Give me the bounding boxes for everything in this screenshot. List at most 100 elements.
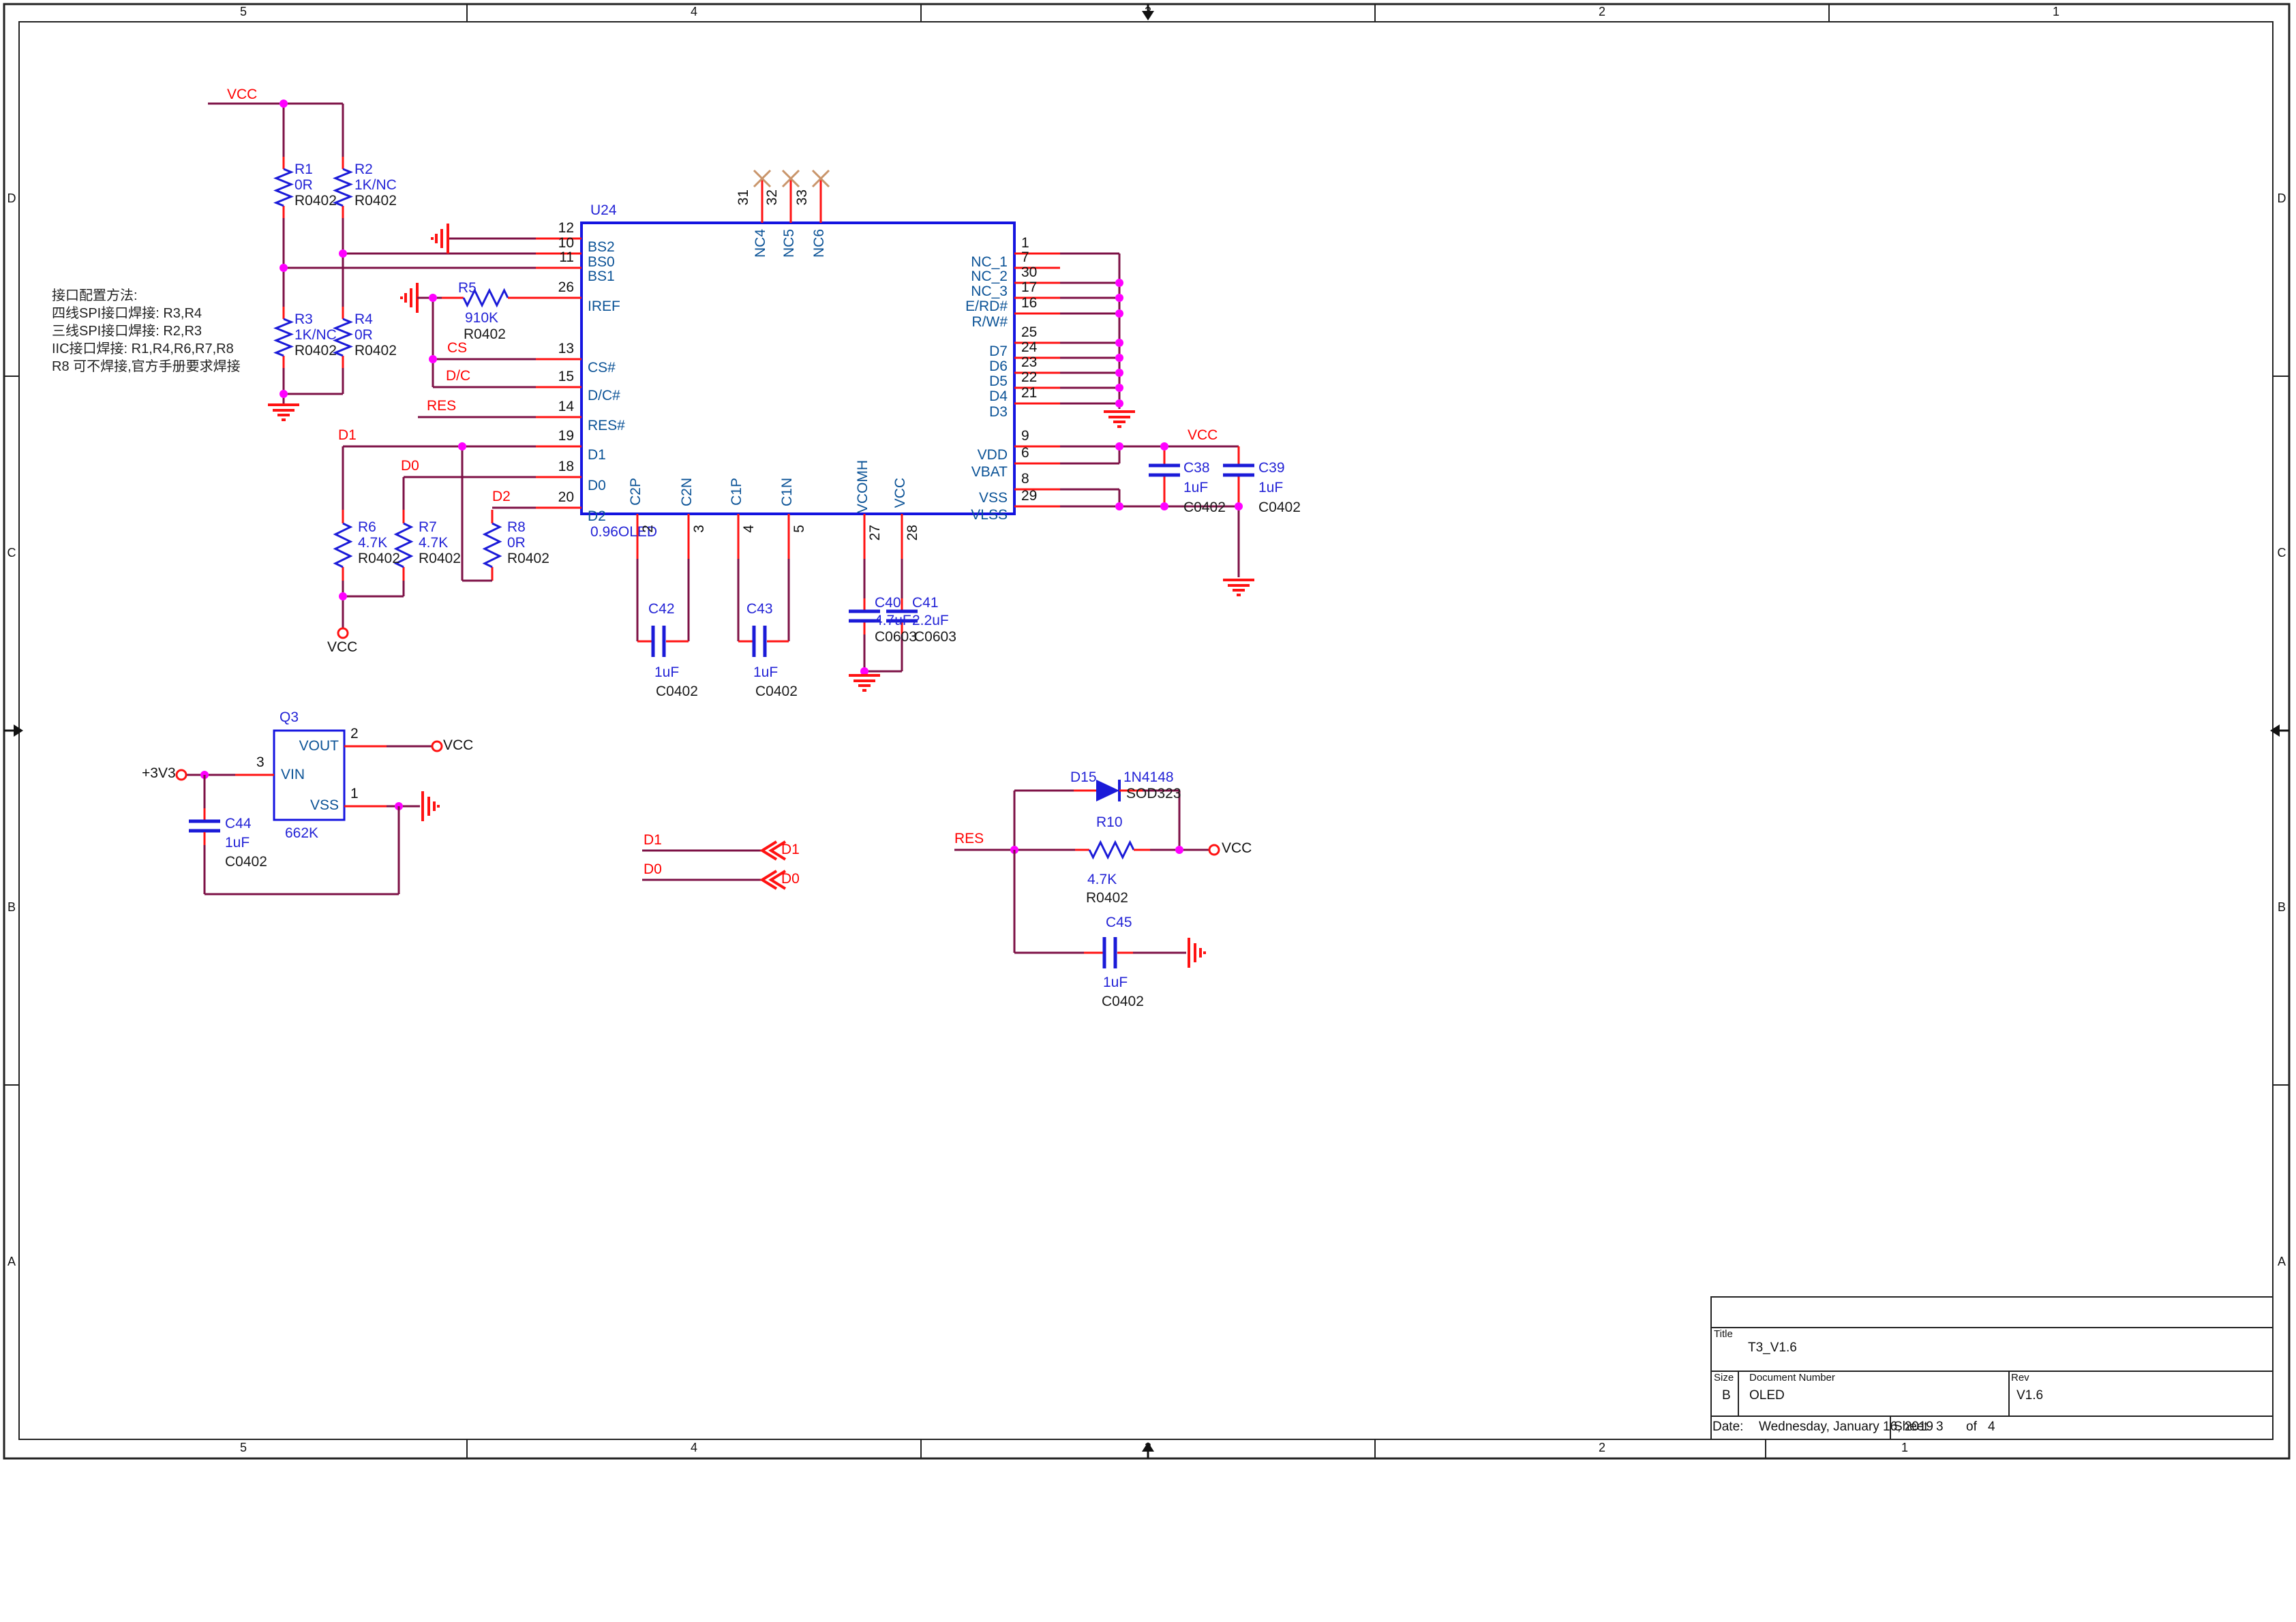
ic-pin-name: D6 <box>907 359 1008 374</box>
ic-pin-name: E/RD# <box>907 299 1008 314</box>
ic-pin-name: D/C# <box>588 388 620 403</box>
q3-pin-vin: VIN <box>281 767 305 782</box>
titleblock-sheet-label: Sheet <box>1894 1420 1928 1434</box>
offpage-label-d0: D0 <box>781 872 800 887</box>
ic-pin-number: 1 <box>1021 236 1029 251</box>
ic-pin-name: D5 <box>907 374 1008 389</box>
comp-value-C40: 4.7uF <box>875 613 911 628</box>
comp-ref-R7: R7 <box>419 520 437 535</box>
ic-pin-name: D1 <box>588 448 606 463</box>
ic-pin-number: 13 <box>539 341 574 356</box>
ic-pin-number: 2 <box>641 525 656 533</box>
ic-pin-name: VCOMH <box>856 460 871 513</box>
ic-pin-number: 18 <box>539 459 574 474</box>
terminal-label-vcc-r6: VCC <box>327 640 357 655</box>
net-label-res2: RES <box>954 831 984 846</box>
comp-value-R3: 1K/NC <box>294 328 337 343</box>
titleblock-title-label: Title <box>1714 1329 1733 1340</box>
ic-pin-name: NC5 <box>782 229 797 258</box>
note-line: 接口配置方法: <box>52 289 138 303</box>
ic-pin-number: 27 <box>868 525 883 540</box>
grid-row-right: A <box>2276 1255 2288 1268</box>
q3-pin-vss: VSS <box>273 798 339 813</box>
ic-pin-number: 3 <box>692 525 707 533</box>
net-label-d1-wire: D1 <box>644 833 662 848</box>
grid-row-right: C <box>2276 547 2288 560</box>
comp-footprint-C40: C0603 <box>875 630 917 645</box>
comp-value-R2: 1K/NC <box>354 178 397 193</box>
comp-value-C43: 1uF <box>753 665 778 680</box>
ic-pin-number: 14 <box>539 399 574 414</box>
comp-ref-C45: C45 <box>1106 915 1132 930</box>
grid-row-right: D <box>2276 192 2288 205</box>
ic-pin-name: VCC <box>893 478 908 508</box>
q3-pin-number-vin: 3 <box>256 755 265 770</box>
terminal-label-vcc-q3: VCC <box>443 738 473 753</box>
ic-pin-name: C2N <box>680 478 695 506</box>
ic-pin-name: D0 <box>588 478 606 493</box>
ic-pin-number: 17 <box>1021 280 1037 295</box>
titleblock-rev: V1.6 <box>2016 1389 2043 1403</box>
comp-value-C45: 1uF <box>1103 975 1128 990</box>
ic-pin-name: NC6 <box>812 229 827 258</box>
schematic-graphics <box>0 0 2296 1622</box>
ic-pin-number: 5 <box>792 525 807 533</box>
ic-pin-name: BS2 <box>588 240 615 255</box>
ic-pin-name: NC_1 <box>907 255 1008 270</box>
comp-ref-Q3: Q3 <box>280 710 299 725</box>
comp-footprint-C43: C0402 <box>755 684 798 699</box>
titleblock-sheet-num: 3 <box>1936 1420 1944 1434</box>
ic-pin-number: 20 <box>539 490 574 505</box>
grid-col-top: 2 <box>1595 5 1609 18</box>
ic-pin-name: C1P <box>729 478 744 506</box>
ic-pin-name: R/W# <box>907 315 1008 330</box>
comp-value-R6: 4.7K <box>358 536 387 551</box>
comp-value-Q3: 662K <box>285 826 318 841</box>
ic-pin-number: 8 <box>1021 472 1029 487</box>
comp-value-C42: 1uF <box>654 665 679 680</box>
ic-pin-name: VSS <box>907 491 1008 506</box>
terminal-label-3v3: +3V3 <box>142 766 176 781</box>
ic-pin-number: 29 <box>1021 489 1037 504</box>
ic-pin-name: VDD <box>907 448 1008 463</box>
ic-pin-name: VLSS <box>907 508 1008 523</box>
ic-pin-name: D7 <box>907 344 1008 359</box>
ic-pin-name: D3 <box>907 405 1008 420</box>
titleblock-size-label: Size <box>1714 1373 1734 1383</box>
grid-col-bottom: 2 <box>1595 1441 1609 1454</box>
comp-footprint-R4: R0402 <box>354 343 397 358</box>
note-line: IIC接口焊接: R1,R4,R6,R7,R8 <box>52 342 234 356</box>
comp-footprint-R3: R0402 <box>294 343 337 358</box>
ic-pin-name: NC4 <box>753 229 768 258</box>
comp-ref-C40: C40 <box>875 596 901 611</box>
comp-footprint-D15: SOD323 <box>1126 786 1181 801</box>
comp-value-R8: 0R <box>507 536 526 551</box>
comp-footprint-C38: C0402 <box>1183 500 1226 515</box>
comp-footprint-C42: C0402 <box>656 684 698 699</box>
comp-ref-C41: C41 <box>912 596 939 611</box>
ic-pin-name: D2 <box>588 509 606 524</box>
ic-pin-number: 12 <box>539 221 574 236</box>
comp-footprint-R5: R0402 <box>464 327 506 342</box>
grid-row-left: D <box>5 192 18 205</box>
comp-value-C38: 1uF <box>1183 480 1208 495</box>
comp-footprint-R6: R0402 <box>358 551 400 566</box>
comp-ref-R6: R6 <box>358 520 376 535</box>
ic-pin-number: 11 <box>539 250 574 265</box>
comp-value-R4: 0R <box>354 328 373 343</box>
grid-col-bottom: 5 <box>237 1441 250 1454</box>
ic-pin-number: 28 <box>905 525 920 540</box>
comp-footprint-C39: C0402 <box>1258 500 1301 515</box>
titleblock-of-label: of <box>1966 1420 1977 1434</box>
note-line: 三线SPI接口焊接: R2,R3 <box>52 324 202 339</box>
q3-pin-number-vout: 2 <box>350 726 359 741</box>
ic-pin-name: C1N <box>780 478 795 506</box>
comp-footprint-R10: R0402 <box>1086 891 1128 906</box>
comp-value-D15: 1N4148 <box>1123 770 1174 785</box>
grid-col-bottom: 3 <box>1141 1441 1155 1454</box>
comp-ref-C44: C44 <box>225 816 252 831</box>
grid-row-left: A <box>5 1255 18 1268</box>
ic-pin-name: NC_3 <box>907 284 1008 299</box>
titleblock-rev-label: Rev <box>2011 1373 2029 1383</box>
comp-ref-C38: C38 <box>1183 461 1210 476</box>
